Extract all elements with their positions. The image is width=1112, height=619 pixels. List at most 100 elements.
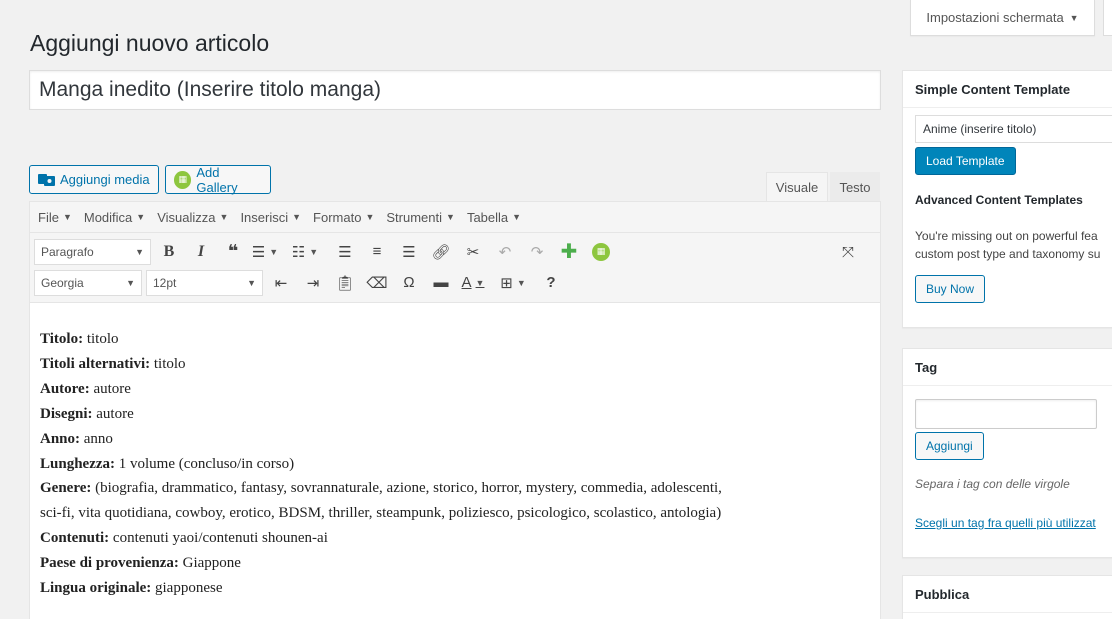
content-line-value: autore: [89, 380, 131, 397]
special-character-icon[interactable]: Ω: [395, 270, 423, 296]
publish-title: Pubblica: [903, 576, 1112, 613]
bullet-list-icon[interactable]: ☰ ▼: [251, 239, 279, 265]
content-line-value: autore: [92, 405, 134, 422]
italic-icon[interactable]: I: [187, 239, 215, 265]
caret-down-icon: ▼: [219, 212, 229, 222]
page-title: Aggiungi nuovo articolo: [30, 30, 270, 56]
caret-down-icon: ▼: [512, 212, 522, 222]
bold-icon[interactable]: B: [155, 239, 183, 265]
indent-icon[interactable]: ⇥: [299, 270, 327, 296]
blockquote-icon[interactable]: ❝: [219, 239, 247, 265]
content-line-label: Titoli alternativi:: [40, 355, 151, 372]
content-line-value: anno: [80, 430, 113, 447]
content-line-label: Disegni:: [40, 405, 93, 422]
content-line: Titolo: titolo: [40, 327, 870, 352]
post-title-input[interactable]: Manga inedito (Inserire titolo manga): [29, 70, 881, 110]
numbered-list-icon[interactable]: ☷ ▼: [291, 239, 319, 265]
tab-text[interactable]: Testo: [830, 172, 880, 202]
redo-icon[interactable]: ↷: [523, 239, 551, 265]
undo-icon[interactable]: ↶: [491, 239, 519, 265]
content-line-label: Lunghezza:: [40, 455, 115, 472]
buy-now-button[interactable]: Buy Now: [915, 275, 986, 303]
sct-title: Simple Content Template: [903, 71, 1112, 108]
editor-menubar: File ▼ Modifica ▼ Visualizza ▼ Inserisci ▼ F…: [30, 202, 880, 233]
tab-visual[interactable]: Visuale: [766, 172, 828, 202]
content-line-label: Genere:: [40, 480, 92, 497]
menu-table[interactable]: Tabella ▼: [467, 210, 521, 225]
content-line-label: Autore:: [40, 380, 90, 397]
editor-toolbars: Paragrafo ▼ B I ❝ ☰ ▼ ☷ ▼ ☰ ≡ ☰ 🔗︎ ✂ ↶ ↷ ✚…: [30, 233, 880, 303]
menu-format-label: Formato: [313, 209, 362, 225]
font-size-select[interactable]: 12pt ▼: [146, 269, 263, 296]
gallery-plugin-icon[interactable]: ▦: [587, 239, 615, 265]
menu-tools-label: Strumenti: [386, 209, 443, 225]
text-color-icon[interactable]: A ▼: [459, 270, 487, 296]
add-gallery-label: Add Gallery: [196, 164, 238, 195]
caret-down-icon: ▼: [365, 212, 375, 222]
menu-view-label: Visualizza: [157, 209, 216, 225]
menu-tools[interactable]: Strumenti ▼: [386, 210, 455, 225]
paste-text-icon[interactable]: 📋︎: [331, 270, 359, 296]
content-editor: File ▼ Modifica ▼ Visualizza ▼ Inserisci ▼ F…: [29, 201, 881, 619]
align-right-icon[interactable]: ☰: [395, 239, 423, 265]
content-line-value: contenuti yaoi/contenuti shounen-ai: [109, 530, 328, 547]
add-media-button[interactable]: Aggiungi media: [29, 165, 159, 194]
add-gallery-button[interactable]: ▦ Add Gallery: [165, 164, 271, 195]
content-line: sci-fi, vita quotidiana, cowboy, erotico…: [40, 501, 870, 526]
add-media-label: Aggiungi media: [60, 172, 150, 187]
gallery-icon: ▦: [174, 170, 192, 189]
content-line-label: Lingua originale:: [40, 580, 152, 597]
editor-content[interactable]: Titolo: titolo Titoli alternativi: titolo…: [30, 303, 880, 601]
content-line-value: 1 volume (concluso/in corso): [115, 455, 295, 472]
fullscreen-icon[interactable]: ⤧: [834, 239, 862, 265]
menu-format[interactable]: Formato ▼: [313, 210, 374, 225]
content-line: Autore: autore: [40, 377, 870, 402]
act-text-2: custom post type and taxonomy su: [915, 247, 1101, 261]
align-center-icon[interactable]: ≡: [363, 239, 391, 265]
add-tag-button[interactable]: Aggiungi: [915, 432, 984, 460]
menu-edit-label: Modifica: [83, 209, 133, 225]
template-select[interactable]: Anime (inserire titolo): [915, 115, 1112, 143]
content-line-value: giapponese: [151, 580, 223, 597]
content-line: Disegni: autore: [40, 402, 870, 427]
content-line-label: Anno:: [40, 430, 81, 447]
tag-input[interactable]: [915, 399, 1097, 429]
menu-insert[interactable]: Inserisci ▼: [240, 210, 301, 225]
content-line: Lunghezza: 1 volume (concluso/in corso): [40, 452, 870, 477]
caret-down-icon: ▼: [1069, 12, 1079, 23]
content-line: Contenuti: contenuti yaoi/contenuti shou…: [40, 526, 870, 551]
screen-options-label: Impostazioni schermata: [926, 10, 1064, 25]
content-line: Anno: anno: [40, 427, 870, 452]
screen-options-button[interactable]: Impostazioni schermata ▼: [910, 0, 1095, 36]
content-line-value: sci-fi, vita quotidiana, cowboy, erotico…: [40, 505, 722, 522]
font-family-select[interactable]: Georgia ▼: [34, 269, 142, 296]
caret-down-icon: ▼: [136, 212, 146, 222]
menu-view[interactable]: Visualizza ▼: [157, 210, 228, 225]
caret-down-icon: ▼: [292, 212, 302, 222]
act-text-1: You're missing out on powerful fea: [915, 229, 1098, 243]
content-line-value: (biografia, drammatico, fantasy, sovrann…: [91, 480, 722, 497]
add-plus-icon[interactable]: ✚: [555, 239, 583, 265]
link-icon[interactable]: 🔗︎: [427, 239, 455, 265]
help-tab-button[interactable]: [1103, 0, 1112, 36]
tag-cloud-link[interactable]: Scegli un tag fra quelli più utilizzat: [915, 516, 1112, 530]
menu-edit[interactable]: Modifica ▼: [84, 210, 145, 225]
toolbar-row-1: Paragrafo ▼ B I ❝ ☰ ▼ ☷ ▼ ☰ ≡ ☰ 🔗︎ ✂ ↶ ↷ ✚…: [34, 236, 876, 267]
tag-box: Tag Aggiungi Separa i tag con delle virg…: [902, 348, 1112, 558]
outdent-icon[interactable]: ⇤: [267, 270, 295, 296]
wp-editor-page: Impostazioni schermata ▼ Aggiungi nuovo …: [0, 0, 1112, 619]
unlink-icon[interactable]: ✂: [459, 239, 487, 265]
clear-formatting-icon[interactable]: ⌫: [363, 270, 391, 296]
caret-down-icon: ▼: [126, 277, 135, 288]
load-template-button[interactable]: Load Template: [915, 147, 1016, 175]
content-line-label: Titolo:: [40, 331, 84, 347]
align-left-icon[interactable]: ☰: [331, 239, 359, 265]
paragraph-format-select[interactable]: Paragrafo ▼: [34, 238, 151, 265]
table-icon[interactable]: ⊞ ▼: [499, 270, 527, 296]
horizontal-line-icon[interactable]: ▬: [427, 270, 455, 296]
caret-down-icon: ▼: [135, 246, 144, 257]
help-icon[interactable]: ?: [537, 270, 565, 296]
menu-file[interactable]: File ▼: [38, 210, 72, 225]
content-line: Genere: (biografia, drammatico, fantasy,…: [40, 476, 870, 501]
simple-content-template-box: Simple Content Template Anime (inserire …: [902, 70, 1112, 328]
